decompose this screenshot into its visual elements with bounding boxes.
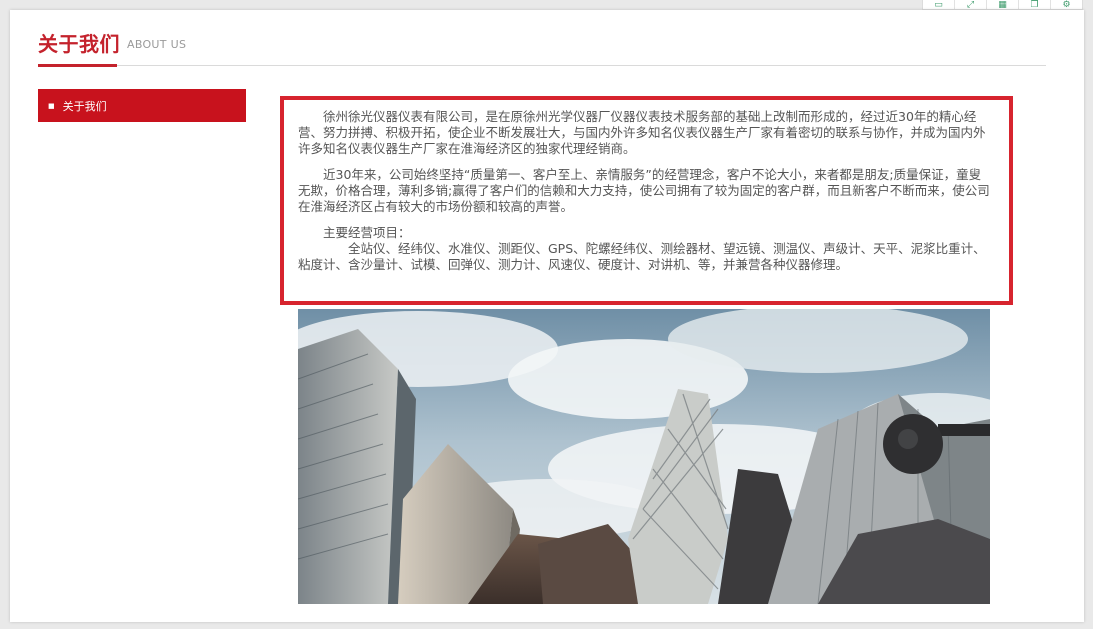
settings-icon[interactable]: ⚙ xyxy=(1050,0,1082,9)
sidebar-item-about-us[interactable]: ■ 关于我们 xyxy=(38,89,246,122)
grid-icon[interactable]: ▦ xyxy=(986,0,1018,9)
city-skyline-image xyxy=(298,309,990,604)
header-divider xyxy=(38,65,1046,66)
company-intro-box: 徐州徐光仪器仪表有限公司，是在原徐州光学仪器厂仪器仪表技术服务部的基础上改制而形… xyxy=(280,96,1013,305)
business-items-text: 全站仪、经纬仪、水准仪、测距仪、GPS、陀螺经纬仪、测绘器材、望远镜、测温仪、声… xyxy=(298,241,986,272)
bullet-icon: ■ xyxy=(48,101,55,110)
toolbar: ▭ ⤢ ▦ ❐ ⚙ xyxy=(922,0,1083,10)
business-heading: 主要经营项目： xyxy=(323,225,411,240)
expand-icon[interactable]: ⤢ xyxy=(954,0,986,9)
philosophy-paragraph: 近30年来，公司始终坚持“质量第一、客户至上、亲情服务”的经营理念，客户不论大小… xyxy=(298,167,990,214)
page-panel: 关于我们 ABOUT US ■ 关于我们 徐州徐光仪器仪表有限公司，是在原徐州光… xyxy=(10,10,1084,622)
page-title: 关于我们 xyxy=(38,32,120,56)
page-subtitle: ABOUT US xyxy=(127,38,187,51)
header-accent-bar xyxy=(38,64,117,67)
intro-paragraph: 徐州徐光仪器仪表有限公司，是在原徐州光学仪器厂仪器仪表技术服务部的基础上改制而形… xyxy=(298,109,986,156)
sidebar-item-label: 关于我们 xyxy=(62,99,107,113)
business-items: 全站仪、经纬仪、水准仪、测距仪、GPS、陀螺经纬仪、测绘器材、望远镜、测温仪、声… xyxy=(298,241,993,273)
copy-icon[interactable]: ❐ xyxy=(1018,0,1050,9)
window-icon[interactable]: ▭ xyxy=(923,0,954,10)
